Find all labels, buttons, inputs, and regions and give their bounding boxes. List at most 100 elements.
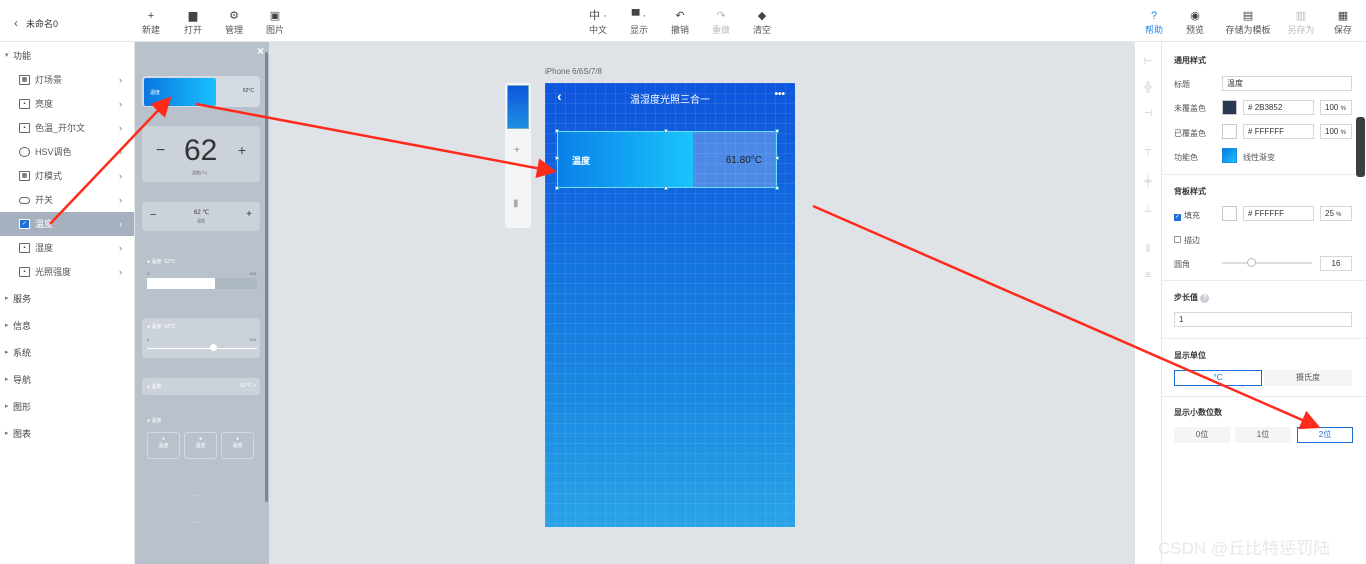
group-function[interactable]: ▾ 功能 bbox=[0, 44, 134, 68]
uncovered-swatch[interactable] bbox=[1222, 100, 1237, 115]
page-thumbnail-1[interactable] bbox=[507, 85, 529, 129]
step-input[interactable]: 1 bbox=[1174, 312, 1352, 327]
multi-item-2[interactable]: ● 温度 bbox=[184, 432, 217, 459]
group-graphics[interactable]: ▸ 图形 bbox=[0, 395, 134, 419]
multi-component[interactable]: ● 温度 ● 温度 ● 温度 ● 温度 bbox=[142, 412, 260, 462]
decimal-option-0[interactable]: 0位 bbox=[1174, 427, 1230, 443]
widget-label: 温度 bbox=[572, 156, 591, 166]
resize-handle[interactable] bbox=[664, 186, 668, 190]
multi-item-1[interactable]: ● 温度 bbox=[147, 432, 180, 459]
manage-button[interactable]: ⚙ 管理 bbox=[219, 10, 249, 36]
decimal-option-1[interactable]: 1位 bbox=[1235, 427, 1291, 443]
document-title[interactable]: ‹ 未命名0 bbox=[14, 16, 58, 30]
distribute-h-icon[interactable]: ⫴ bbox=[1142, 244, 1154, 255]
chevron-right-icon: › bbox=[119, 195, 122, 205]
multi-item-3[interactable]: ● 温度 bbox=[221, 432, 254, 459]
sidebar-item-light[interactable]: ▪ 光照强度 › bbox=[0, 260, 134, 284]
clear-button[interactable]: ◆ 清空 bbox=[747, 10, 777, 36]
image-button[interactable]: ▣ 图片 bbox=[260, 10, 290, 36]
component-palette: × 温度 62°C − 62 + 温度(°C) − 62 ℃ 温度 + ● 温度… bbox=[135, 42, 269, 564]
gear-icon: ⚙ bbox=[229, 10, 239, 22]
resize-handle[interactable] bbox=[775, 156, 779, 160]
more-icon[interactable]: ••• bbox=[774, 89, 785, 100]
align-right-icon[interactable]: ⊣ bbox=[1142, 108, 1154, 119]
resize-handle[interactable] bbox=[555, 156, 559, 160]
covered-opacity-input[interactable]: 100 % bbox=[1320, 124, 1352, 139]
decimal-option-2[interactable]: 2位 bbox=[1297, 427, 1353, 443]
sidebar-item-color-temp[interactable]: ▪ 色温_开尔文 › bbox=[0, 116, 134, 140]
fill-swatch[interactable] bbox=[1222, 206, 1237, 221]
sidebar-item-switch[interactable]: 开关 › bbox=[0, 188, 134, 212]
unit-option-celsius-text[interactable]: 摄氏度 bbox=[1264, 370, 1352, 386]
open-button[interactable]: ▆ 打开 bbox=[178, 10, 208, 36]
trash-icon[interactable]: ▮ bbox=[513, 198, 519, 209]
radius-slider-track[interactable] bbox=[1222, 262, 1312, 264]
palette-scrollbar[interactable] bbox=[265, 52, 268, 502]
sidebar-item-brightness[interactable]: ▪ 亮度 › bbox=[0, 92, 134, 116]
radius-slider-thumb[interactable] bbox=[1247, 258, 1256, 267]
group-service[interactable]: ▸ 服务 bbox=[0, 287, 134, 311]
big-stepper-component[interactable]: − 62 + 温度(°C) bbox=[142, 126, 260, 182]
sidebar-item-lamp-mode[interactable]: ▦ 灯模式 › bbox=[0, 164, 134, 188]
slider-component-1[interactable]: ● 温度 62°C 0 100 bbox=[142, 252, 260, 296]
func-color-swatch[interactable] bbox=[1222, 148, 1237, 163]
phone-screen[interactable]: ‹ 温湿度光照三合一 ••• 温度 61.80°C bbox=[545, 83, 795, 527]
language-button[interactable]: 中 · 中文 bbox=[583, 10, 613, 36]
unit-option-celsius-symbol[interactable]: °C bbox=[1174, 370, 1262, 386]
temperature-widget[interactable]: 温度 61.80°C bbox=[555, 129, 779, 190]
gauge-component[interactable]: 温度 62°C bbox=[142, 76, 260, 107]
fill-checkbox[interactable]: ✓ 填充 bbox=[1174, 210, 1200, 221]
uncovered-hex-input[interactable]: # 2B3852 bbox=[1243, 100, 1314, 115]
resize-handle[interactable] bbox=[664, 129, 668, 133]
caret-right-icon: ▸ bbox=[5, 322, 9, 329]
covered-label: 已覆盖色 bbox=[1174, 129, 1206, 138]
title-input[interactable]: 温度 bbox=[1222, 76, 1352, 91]
save-button[interactable]: ▦ 保存 bbox=[1328, 10, 1358, 36]
add-page-icon[interactable]: + bbox=[514, 145, 520, 156]
resize-handle[interactable] bbox=[775, 186, 779, 190]
fill-hex-input[interactable]: # FFFFFF bbox=[1243, 206, 1314, 221]
sidebar-item-humidity[interactable]: ▪ 湿度 › bbox=[0, 236, 134, 260]
covered-swatch[interactable] bbox=[1222, 124, 1237, 139]
resize-handle[interactable] bbox=[555, 186, 559, 190]
fill-opacity-input[interactable]: 25 % bbox=[1320, 206, 1352, 221]
resize-handle[interactable] bbox=[775, 129, 779, 133]
align-left-icon[interactable]: ⊢ bbox=[1142, 56, 1154, 67]
stroke-checkbox[interactable]: 描边 bbox=[1174, 235, 1200, 246]
uncovered-label: 未覆盖色 bbox=[1174, 104, 1206, 113]
sidebar-item-temperature[interactable]: ✓ 温度 › bbox=[0, 212, 134, 236]
small-stepper-component[interactable]: − 62 ℃ 温度 + bbox=[142, 202, 260, 231]
covered-hex-input[interactable]: # FFFFFF bbox=[1243, 124, 1314, 139]
row-component[interactable]: ● 温度 62°C > bbox=[142, 378, 260, 395]
sidebar-item-scene[interactable]: ▦ 灯场景 › bbox=[0, 68, 134, 92]
radius-input[interactable]: 16 bbox=[1320, 256, 1352, 271]
save-template-button[interactable]: ▤ 存储为模板 bbox=[1221, 10, 1275, 36]
undo-button[interactable]: ↶ 撤销 bbox=[665, 10, 695, 36]
save-as-button[interactable]: ▥ 另存为 bbox=[1286, 10, 1316, 36]
back-icon[interactable]: ‹ bbox=[14, 16, 18, 30]
right-scrollbar[interactable] bbox=[1356, 117, 1365, 177]
group-system[interactable]: ▸ 系统 bbox=[0, 341, 134, 365]
preview-button[interactable]: ◉ 预览 bbox=[1180, 10, 1210, 36]
help-icon[interactable]: ? bbox=[1200, 294, 1210, 303]
group-charts[interactable]: ▸ 图表 bbox=[0, 422, 134, 446]
group-info[interactable]: ▸ 信息 bbox=[0, 314, 134, 338]
group-navigation[interactable]: ▸ 导航 bbox=[0, 368, 134, 392]
align-middle-icon[interactable]: ╪ bbox=[1142, 176, 1154, 187]
new-button[interactable]: + 新建 bbox=[136, 10, 166, 36]
uncovered-opacity-input[interactable]: 100 % bbox=[1320, 100, 1352, 115]
align-top-icon[interactable]: ⊤ bbox=[1142, 148, 1154, 159]
close-icon[interactable]: × bbox=[257, 44, 264, 58]
distribute-v-icon[interactable]: ≡ bbox=[1142, 270, 1154, 281]
language-icon: 中 · bbox=[589, 10, 607, 22]
display-button[interactable]: ▀ · 显示 bbox=[624, 10, 654, 36]
sidebar-item-hsv[interactable]: HSV调色 › bbox=[0, 140, 134, 164]
slider-component-2[interactable]: ● 温度 62°C 0 100 bbox=[142, 318, 260, 358]
resize-handle[interactable] bbox=[555, 129, 559, 133]
multi-title: ● 温度 bbox=[147, 418, 162, 424]
func-color-label: 功能色 bbox=[1174, 153, 1198, 162]
align-center-icon[interactable]: ╬ bbox=[1142, 82, 1154, 93]
help-button[interactable]: ? 帮助 bbox=[1139, 10, 1169, 36]
align-bottom-icon[interactable]: ⊥ bbox=[1142, 204, 1154, 215]
redo-button[interactable]: ↷ 重做 bbox=[706, 10, 736, 36]
